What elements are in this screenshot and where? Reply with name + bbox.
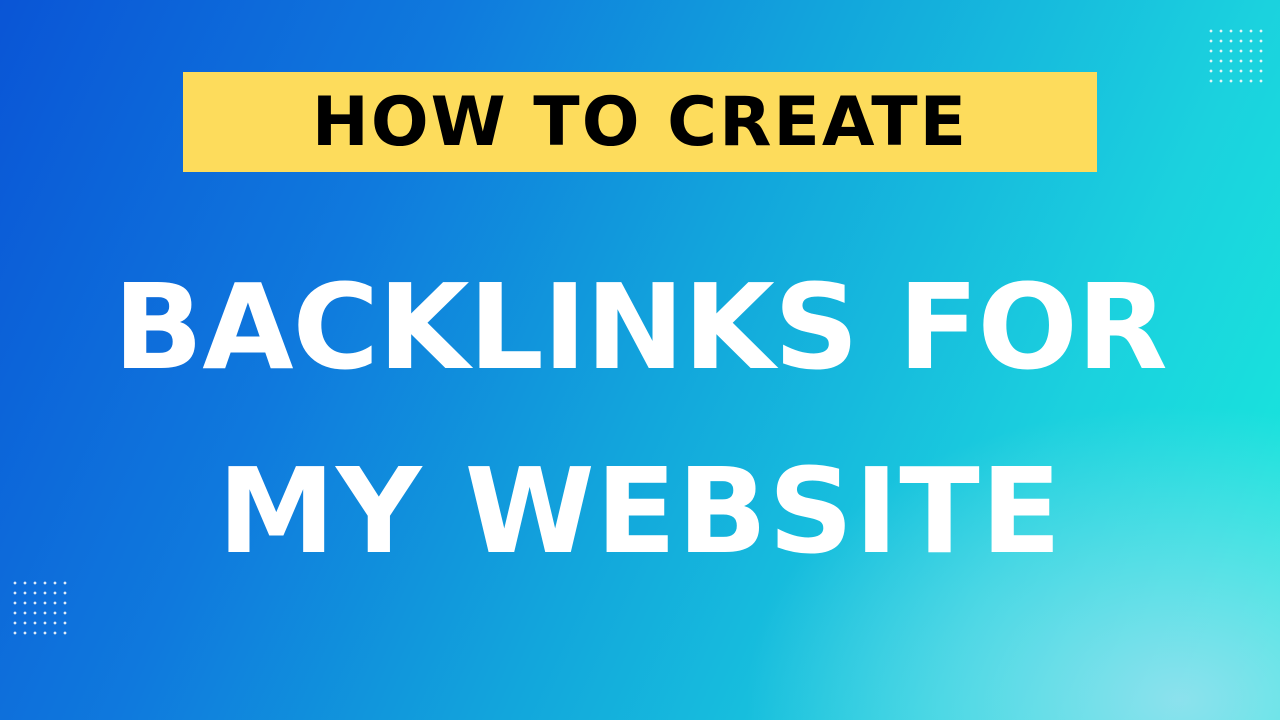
thumbnail-canvas: HOW TO CREATE BACKLINKS FOR MY WEBSITE [0,0,1280,720]
title-banner: HOW TO CREATE [183,72,1097,172]
headline-line-2: MY WEBSITE [217,442,1063,580]
dot-grid-decoration-top-right [1206,26,1266,86]
banner-text: HOW TO CREATE [311,82,969,162]
headline-line-1: BACKLINKS FOR [113,258,1167,396]
dot-grid-decoration-bottom-left [10,578,72,640]
